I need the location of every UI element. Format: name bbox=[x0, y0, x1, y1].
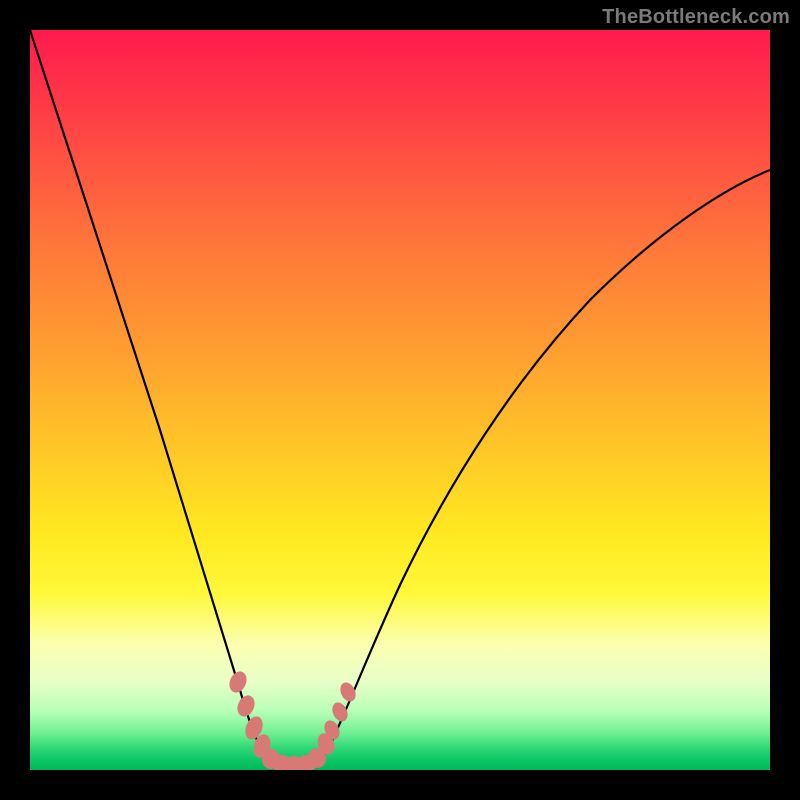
chart-svg bbox=[30, 30, 770, 770]
plot-area bbox=[30, 30, 770, 770]
watermark-text: TheBottleneck.com bbox=[602, 6, 790, 29]
highlight-segment bbox=[226, 669, 358, 770]
chart-frame: TheBottleneck.com bbox=[0, 0, 800, 800]
bottleneck-curve bbox=[30, 30, 770, 766]
